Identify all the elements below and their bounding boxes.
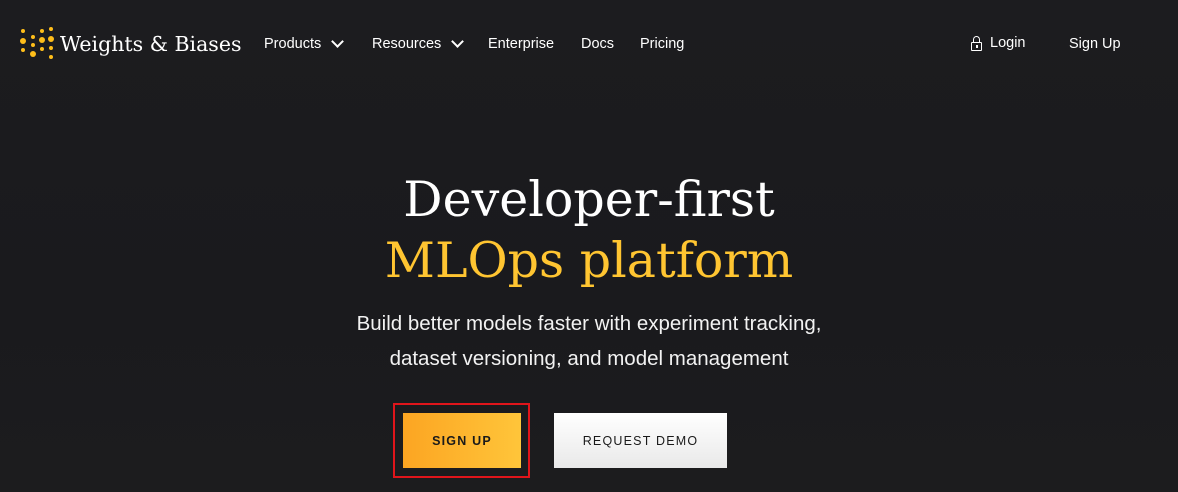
nav-item-label: Docs	[581, 36, 615, 52]
brand-name: Weights & Biases	[60, 32, 242, 56]
nav-item-products[interactable]: Products	[264, 35, 345, 52]
nav-signup-label: Sign Up	[1069, 36, 1121, 52]
nav-item-label: Products	[264, 36, 322, 52]
nav-item-enterprise[interactable]: Enterprise	[488, 36, 554, 52]
hero-title-line1: Developer-first	[403, 171, 775, 228]
nav-item-docs[interactable]: Docs	[581, 36, 614, 52]
nav-item-resources[interactable]: Resources	[372, 35, 465, 52]
brand-logo[interactable]: Weights & Biases	[20, 26, 241, 62]
request-demo-button[interactable]: REQUEST DEMO	[554, 413, 727, 468]
request-demo-button-label: REQUEST DEMO	[582, 433, 699, 448]
hero-subtitle-line1: Build better models faster with experime…	[356, 312, 822, 335]
nav-item-label: Enterprise	[488, 36, 555, 52]
nav-item-label: Pricing	[640, 36, 685, 52]
top-navigation: Weights & Biases Products Resources Ente…	[0, 0, 1178, 90]
signup-button-label: SIGN UP	[432, 433, 492, 448]
hero-title-line2: MLOps platform	[384, 232, 794, 289]
signup-button[interactable]: SIGN UP	[403, 413, 521, 468]
nav-signup-link[interactable]: Sign Up	[1069, 36, 1121, 52]
logo-dots-icon	[20, 27, 54, 61]
nav-item-label: Resources	[372, 36, 442, 52]
login-label: Login	[990, 35, 1026, 51]
chevron-down-icon	[331, 35, 345, 48]
landing-page: Weights & Biases Products Resources Ente…	[0, 0, 1178, 492]
login-link[interactable]: Login	[971, 35, 1025, 51]
lock-icon	[971, 36, 982, 51]
chevron-down-icon	[451, 35, 465, 48]
nav-item-pricing[interactable]: Pricing	[640, 36, 684, 52]
hero-subtitle-line2: dataset versioning, and model management	[389, 347, 789, 370]
